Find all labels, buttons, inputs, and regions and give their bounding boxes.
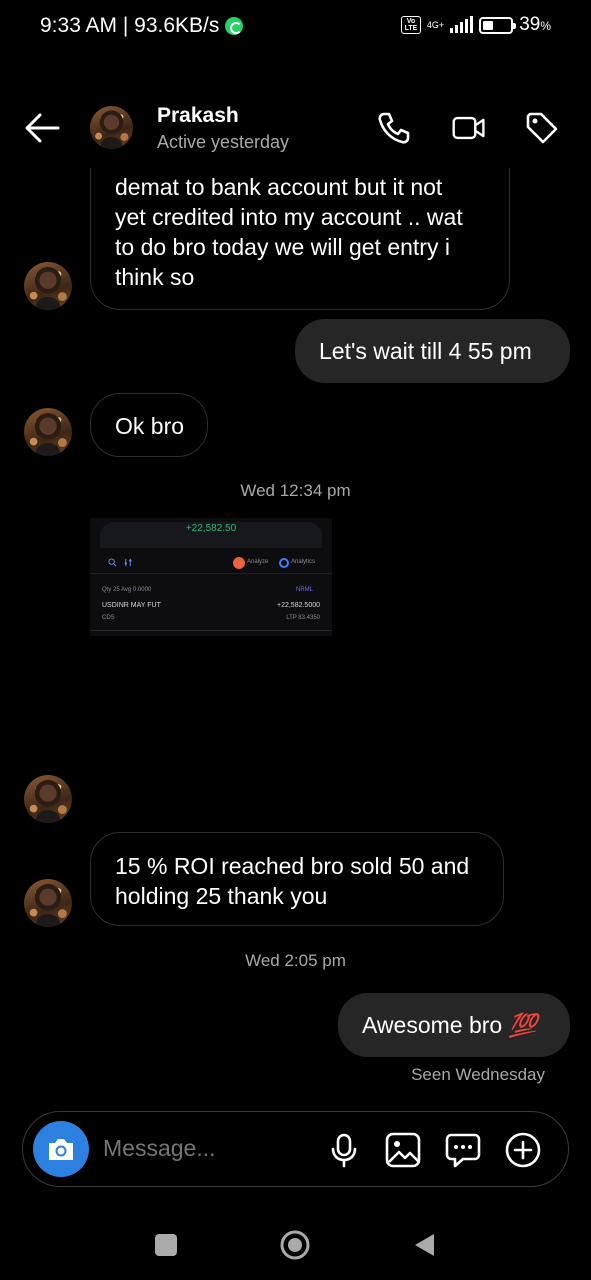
signal-icon: [450, 16, 474, 33]
message-bubble-incoming[interactable]: Ok bro: [90, 393, 208, 457]
contact-status: Active yesterday: [157, 132, 290, 152]
sender-avatar[interactable]: [24, 262, 72, 310]
network-type: 4G+: [426, 19, 445, 30]
sticker-chat-icon[interactable]: [444, 1131, 482, 1169]
camera-button[interactable]: [33, 1121, 89, 1177]
message-text: Let's wait till 4 55 pm: [319, 338, 532, 364]
product-tag: NRML: [296, 587, 314, 593]
chat-header: Prakash Active yesterday: [0, 96, 591, 160]
contact-avatar[interactable]: [90, 106, 133, 149]
analytics-label: Analytics: [291, 559, 316, 565]
microphone-icon[interactable]: [325, 1131, 363, 1169]
gallery-icon[interactable]: [384, 1131, 422, 1169]
message-composer: [22, 1111, 569, 1187]
message-text-line: holding 25 thank you: [115, 883, 328, 909]
position-ltp: LTP 83.4350: [286, 615, 320, 621]
camera-icon: [49, 1139, 73, 1160]
status-left: 9:33 AM | 93.6KB/s: [40, 14, 244, 38]
position-filter: Qty 25 Avg 0.0000: [102, 587, 152, 593]
message-input[interactable]: [103, 1135, 303, 1162]
sender-avatar[interactable]: [24, 408, 72, 456]
message-text: Awesome bro: [362, 1012, 503, 1038]
message-text-line: think so: [115, 264, 195, 290]
volte-icon: Vo LTE: [400, 16, 421, 34]
chat-timestamp: Wed 12:34 pm: [240, 481, 351, 500]
message-bubble-incoming[interactable]: 15 % ROI reached bro sold 50 and holding…: [90, 832, 504, 926]
message-bubble-outgoing[interactable]: Let's wait till 4 55 pm: [295, 319, 570, 383]
message-text: Ok bro: [115, 413, 185, 439]
pnl-value: +22,582.50: [185, 523, 237, 534]
analyze-icon: [233, 557, 245, 569]
message-text-line: 15 % ROI reached bro sold 50 and: [115, 853, 470, 879]
position-pnl: +22,582.5000: [276, 602, 320, 609]
seen-receipt: Seen Wednesday: [411, 1065, 545, 1084]
status-bar: 9:33 AM | 93.6KB/s Vo LTE 4G+ 39%: [0, 0, 591, 56]
message-bubble-outgoing[interactable]: Awesome bro 💯: [338, 993, 570, 1057]
hundred-points-emoji: 💯: [508, 1012, 538, 1038]
filter-icon: [124, 558, 132, 567]
analytics-icon: [279, 558, 289, 568]
shared-screenshot-image[interactable]: +22,582.50 Analyze Analytics Qty 25 Avg …: [90, 518, 332, 636]
position-symbol: USDINR MAY FUT: [102, 602, 161, 609]
sender-avatar[interactable]: [24, 775, 72, 823]
screenshot-toolbar: Analyze Analytics: [90, 550, 332, 574]
status-right: Vo LTE 4G+ 39%: [400, 14, 551, 36]
message-text-line: demat to bank account but it not: [115, 174, 443, 200]
status-time-speed: 9:33 AM | 93.6KB/s: [40, 14, 220, 37]
phone-call-icon[interactable]: [376, 110, 412, 146]
battery-icon: [479, 16, 517, 34]
tag-icon[interactable]: [524, 110, 560, 146]
divider: [90, 630, 332, 631]
video-call-icon[interactable]: [451, 110, 487, 146]
search-icon: [108, 558, 117, 567]
whatsapp-notification-icon: [225, 17, 244, 35]
recents-button[interactable]: [155, 1234, 177, 1256]
analyze-label: Analyze: [247, 559, 269, 565]
message-text-line: yet credited into my account .. wat: [115, 204, 463, 230]
chat-timestamp: Wed 2:05 pm: [245, 951, 346, 970]
back-nav-button[interactable]: [412, 1232, 436, 1258]
add-circle-icon[interactable]: [504, 1131, 542, 1169]
contact-name[interactable]: Prakash: [157, 104, 239, 128]
message-text-line: to do bro today we will get entry i: [115, 234, 450, 260]
position-exchange: CDS: [102, 615, 115, 621]
home-button[interactable]: [279, 1229, 311, 1261]
battery-percent: 39%: [519, 14, 551, 35]
system-nav-bar: [0, 1220, 591, 1270]
sender-avatar[interactable]: [24, 879, 72, 927]
back-arrow-icon[interactable]: [22, 110, 62, 146]
